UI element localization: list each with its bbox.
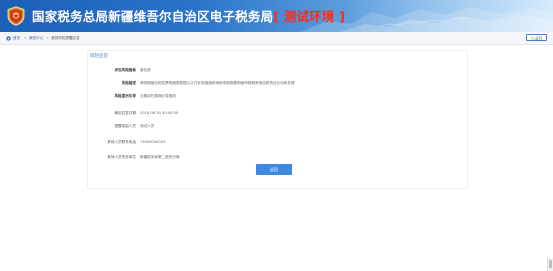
back-button[interactable]: ⮌返回: [526, 34, 547, 41]
field-label: 其他人员联系电话: [107, 140, 136, 144]
breadcrumb-separator: >: [46, 36, 50, 40]
field-row-initiator: 提醒发起人员 测试人员: [0, 123, 553, 130]
field-label: 其他人员所在单位: [107, 155, 136, 159]
field-row-indicator: 涉及风险指标 营业税: [0, 67, 553, 74]
field-row-description: 风险描述 请同期营业税发票明细表数据以计并补报增值税纳税申报数据明细申报期其他应…: [0, 80, 553, 87]
breadcrumb-separator: >: [24, 36, 28, 40]
field-label: 风险提示引导: [114, 94, 136, 98]
app-header: 国家税务总局新疆维吾尔自治区电子税务局[ 测试环境 ]: [0, 0, 553, 32]
breadcrumb-my-center[interactable]: 我的中心: [29, 32, 43, 44]
breadcrumb: 首页 > 我的中心 > 我的风险提醒应答: [0, 32, 553, 45]
field-label: 提醒发起人员: [114, 124, 136, 128]
back-button-label: 返回: [534, 36, 543, 41]
field-value: 营业税: [140, 68, 151, 72]
field-label: 风险描述: [121, 81, 136, 85]
field-row-guidance: 风险提示引导 当期或归属期计算规则: [0, 93, 553, 100]
return-arrow-icon: ⮌: [530, 36, 534, 41]
field-row-deadline: 最迟应答日期 2019-06-30 00:00:00: [0, 110, 553, 117]
field-row-unit: 其他人员所在单位 新疆税务局第二税务分局: [0, 154, 553, 161]
environment-badge: [ 测试环境 ]: [273, 9, 346, 24]
field-value: 请同期营业税发票明细表数据以计并补报增值税纳税申报数据明细申报期其他应税项目比对…: [140, 81, 295, 85]
home-icon[interactable]: [6, 35, 11, 41]
scrollbar-thumb[interactable]: [549, 260, 552, 268]
tax-emblem-icon: [7, 6, 25, 26]
field-label: 最迟应答日期: [114, 111, 136, 115]
return-button[interactable]: 返回: [256, 164, 292, 175]
breadcrumb-home[interactable]: 首页: [13, 32, 20, 44]
site-title: 国家税务总局新疆维吾尔自治区电子税务局[ 测试环境 ]: [32, 9, 345, 25]
field-value: 当期或归属期计算规则: [140, 94, 176, 98]
field-row-phone: 其他人员联系电话 13900000003: [0, 139, 553, 146]
field-value: 测试人员: [140, 124, 155, 128]
field-value: 13900000003: [140, 140, 166, 144]
breadcrumb-current: 我的风险提醒应答: [51, 36, 80, 40]
section-title: 风险应答: [90, 54, 108, 59]
field-label: 涉及风险指标: [114, 68, 136, 72]
field-value: 2019-06-30 00:00:00: [140, 111, 179, 115]
site-title-text: 国家税务总局新疆维吾尔自治区电子税务局: [32, 9, 274, 24]
page-scrollbar[interactable]: [547, 258, 553, 271]
field-value: 新疆税务局第二税务分局: [140, 155, 180, 159]
